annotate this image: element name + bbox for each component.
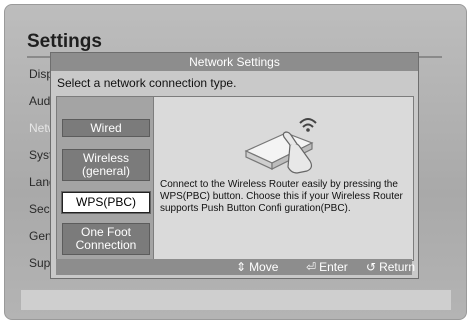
menu-item-system[interactable]: Syst xyxy=(29,148,52,162)
enter-hint: ⏎ Enter xyxy=(306,260,348,274)
description-panel: Connect to the Wireless Router easily by… xyxy=(154,97,413,260)
dialog-title: Network Settings xyxy=(51,53,418,71)
option-wired[interactable]: Wired xyxy=(62,119,150,137)
return-hint: ↺ Return xyxy=(366,260,415,274)
return-label: Return xyxy=(379,260,416,274)
dialog-prompt: Select a network connection type. xyxy=(57,76,237,90)
option-one-foot-connection[interactable]: One Foot Connection xyxy=(62,223,150,255)
settings-title: Settings xyxy=(27,31,102,52)
bottom-bar xyxy=(21,290,451,310)
network-settings-dialog: Network Settings Select a network connec… xyxy=(50,52,419,279)
option-description: Connect to the Wireless Router easily by… xyxy=(160,179,403,214)
connection-type-list: Wired Wireless (general) WPS(PBC) One Fo… xyxy=(57,97,154,260)
option-wireless-general[interactable]: Wireless (general) xyxy=(62,149,150,181)
return-icon: ↺ xyxy=(366,260,377,274)
enter-label: Enter xyxy=(319,260,348,274)
router-push-icon xyxy=(244,118,317,174)
move-hint: ⇕ Move xyxy=(236,260,278,274)
move-label: Move xyxy=(249,260,279,274)
dialog-body: Wired Wireless (general) WPS(PBC) One Fo… xyxy=(56,96,414,261)
updown-arrow-icon: ⇕ xyxy=(236,260,247,274)
enter-icon: ⏎ xyxy=(306,260,317,274)
option-wps-pbc[interactable]: WPS(PBC) xyxy=(62,192,150,213)
key-hints-bar: ⇕ Move ⏎ Enter ↺ Return xyxy=(56,259,415,275)
